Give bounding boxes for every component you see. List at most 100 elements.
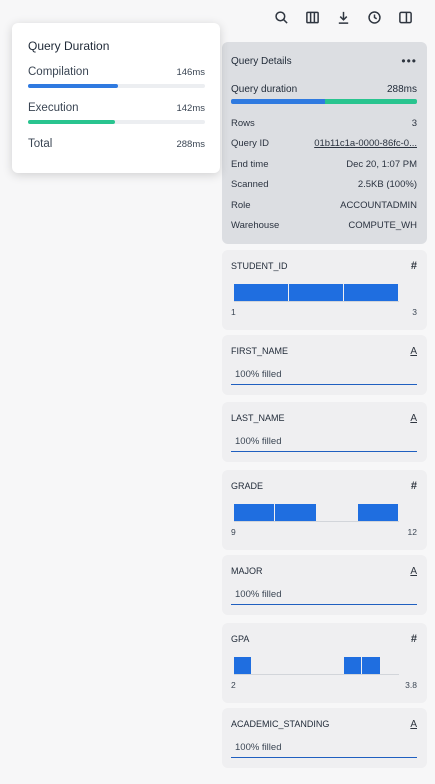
results-toolbar (266, 6, 421, 28)
detail-value: 3 (411, 117, 417, 129)
histogram-bar (288, 284, 344, 301)
column-histogram (234, 282, 399, 302)
history-button[interactable] (359, 6, 390, 28)
detail-row-rows: Rows 3 (231, 113, 417, 134)
histogram-bar (357, 504, 398, 521)
query-duration-value: 288ms (386, 84, 417, 95)
query-duration-bar[interactable] (231, 99, 417, 104)
histogram-bar (344, 657, 362, 674)
numeric-type-icon: # (410, 260, 417, 272)
range-min: 2 (231, 680, 236, 690)
text-type-icon: A (410, 718, 417, 730)
range-max: 12 (407, 527, 417, 537)
column-card-header: FIRST_NAME A (231, 335, 417, 367)
more-options-icon[interactable]: ••• (401, 54, 417, 68)
column-card-grade[interactable]: GRADE # 9 12 (222, 470, 427, 550)
query-duration-row[interactable]: Query duration 288ms (231, 84, 417, 95)
column-name: ACADEMIC_STANDING (231, 719, 330, 729)
histogram-bar (234, 284, 288, 301)
detail-value: ACCOUNTADMIN (340, 199, 417, 211)
column-card-gpa[interactable]: GPA #2 3.8 (222, 623, 427, 703)
column-name: FIRST_NAME (231, 346, 289, 356)
total-row: Total 288ms (28, 138, 205, 150)
column-card-academic-standing[interactable]: ACADEMIC_STANDING A 100% filled (222, 708, 427, 768)
histogram-bar (275, 504, 316, 521)
detail-value: COMPUTE_WH (348, 220, 417, 232)
column-name: GPA (231, 634, 250, 644)
detail-value: 2.5KB (100%) (357, 179, 417, 191)
detail-key: End time (231, 158, 269, 170)
execution-value: 142ms (176, 103, 205, 114)
column-histogram (234, 502, 399, 522)
detail-key: Role (231, 199, 251, 211)
detail-row-scanned: Scanned 2.5KB (100%) (231, 175, 417, 196)
detail-row-query-id[interactable]: Query ID 01b11c1a-0000-86fc-0... (231, 134, 417, 155)
column-card-first-name[interactable]: FIRST_NAME A 100% filled (222, 335, 427, 395)
numeric-type-icon: # (410, 633, 417, 645)
column-range: 13 (231, 307, 417, 317)
query-details-title: Query Details (231, 55, 292, 67)
split-panel-button[interactable] (390, 6, 421, 28)
execution-bar (28, 120, 116, 124)
column-name: STUDENT_ID (231, 261, 288, 271)
compilation-bar (28, 84, 118, 88)
histogram-bar (344, 284, 398, 301)
histogram-bar (362, 657, 380, 674)
compilation-row: Compilation 146ms (28, 66, 205, 78)
columns-button[interactable] (297, 6, 328, 28)
text-type-icon: A (410, 565, 417, 577)
column-card-header: GPA # (231, 623, 417, 655)
column-fill-rate: 100% filled (231, 367, 417, 385)
histogram-bar (234, 657, 252, 674)
column-card-student-id[interactable]: STUDENT_ID #1 3 (222, 250, 427, 330)
range-min: 1 (231, 307, 236, 317)
column-range: 9 12 (231, 527, 417, 537)
download-icon (338, 11, 349, 24)
column-card-major[interactable]: MAJOR A 100% filled (222, 555, 427, 615)
detail-row-role: Role ACCOUNTADMIN (231, 195, 417, 216)
column-card-header: LAST_NAME A (231, 402, 417, 434)
popover-title: Query Duration (28, 39, 110, 53)
column-card-last-name[interactable]: LAST_NAME A 100% filled (222, 402, 427, 462)
column-fill-rate: 100% filled (231, 587, 417, 605)
text-type-icon: A (410, 345, 417, 357)
query-details-panel: Query Details ••• Query duration 288ms R… (222, 42, 427, 244)
column-histogram (234, 655, 399, 675)
range-max: 3 (412, 307, 417, 317)
column-name: GRADE (231, 481, 264, 491)
column-card-header: GRADE # (231, 470, 417, 502)
total-label: Total (28, 138, 53, 150)
range-min: 9 (231, 527, 236, 537)
column-card-header: MAJOR A (231, 555, 417, 587)
query-id-link[interactable]: 01b11c1a-0000-86fc-0... (314, 138, 417, 149)
query-duration-popover: Query Duration Compilation 146ms Executi… (12, 23, 220, 173)
range-max: 3.8 (405, 680, 417, 690)
detail-key: Scanned (231, 179, 269, 191)
query-duration-label: Query duration (231, 84, 298, 95)
split-panel-icon (399, 11, 412, 23)
column-card-header: STUDENT_ID # (231, 250, 417, 282)
text-type-icon: A (410, 412, 417, 424)
detail-row-end-time: End time Dec 20, 1:07 PM (231, 154, 417, 175)
compilation-label: Compilation (28, 66, 89, 78)
compilation-track (28, 84, 205, 88)
column-card-header: ACADEMIC_STANDING A (231, 708, 417, 740)
histogram-bar (234, 504, 275, 521)
column-name: MAJOR (231, 566, 263, 576)
history-icon (368, 10, 381, 24)
compilation-segment (231, 99, 326, 104)
search-icon (275, 10, 288, 24)
detail-row-warehouse: Warehouse COMPUTE_WH (231, 216, 417, 237)
detail-key: Rows (231, 117, 255, 129)
column-fill-rate: 100% filled (231, 434, 417, 452)
execution-row: Execution 142ms (28, 102, 205, 114)
search-button[interactable] (266, 6, 297, 28)
total-value: 288ms (176, 139, 205, 150)
column-range: 2 3.8 (231, 680, 417, 690)
execution-label: Execution (28, 102, 79, 114)
query-details-header: Query Details ••• (231, 42, 417, 80)
column-fill-rate: 100% filled (231, 740, 417, 758)
query-details-fields: Rows 3 Query ID 01b11c1a-0000-86fc-0... End … (231, 113, 417, 236)
detail-value: Dec 20, 1:07 PM (346, 158, 417, 170)
download-button[interactable] (328, 6, 359, 28)
